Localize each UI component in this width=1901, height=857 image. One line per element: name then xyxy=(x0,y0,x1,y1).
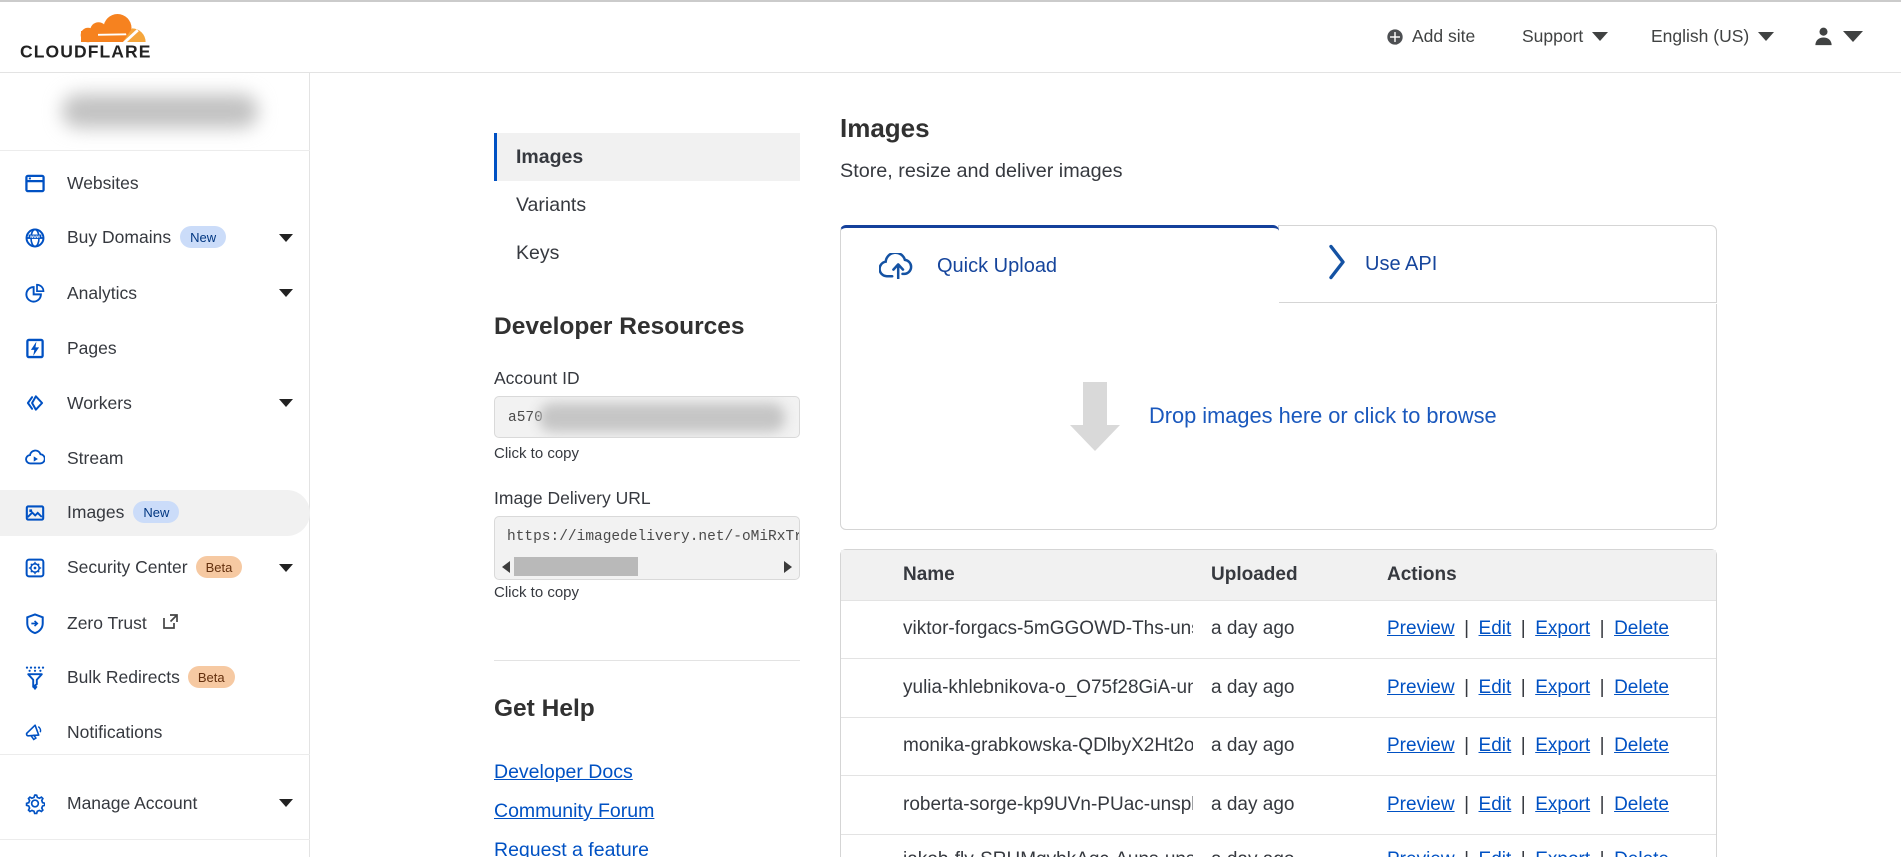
svg-text:www: www xyxy=(29,234,40,239)
svg-text:CLOUDFLARE: CLOUDFLARE xyxy=(20,42,152,62)
